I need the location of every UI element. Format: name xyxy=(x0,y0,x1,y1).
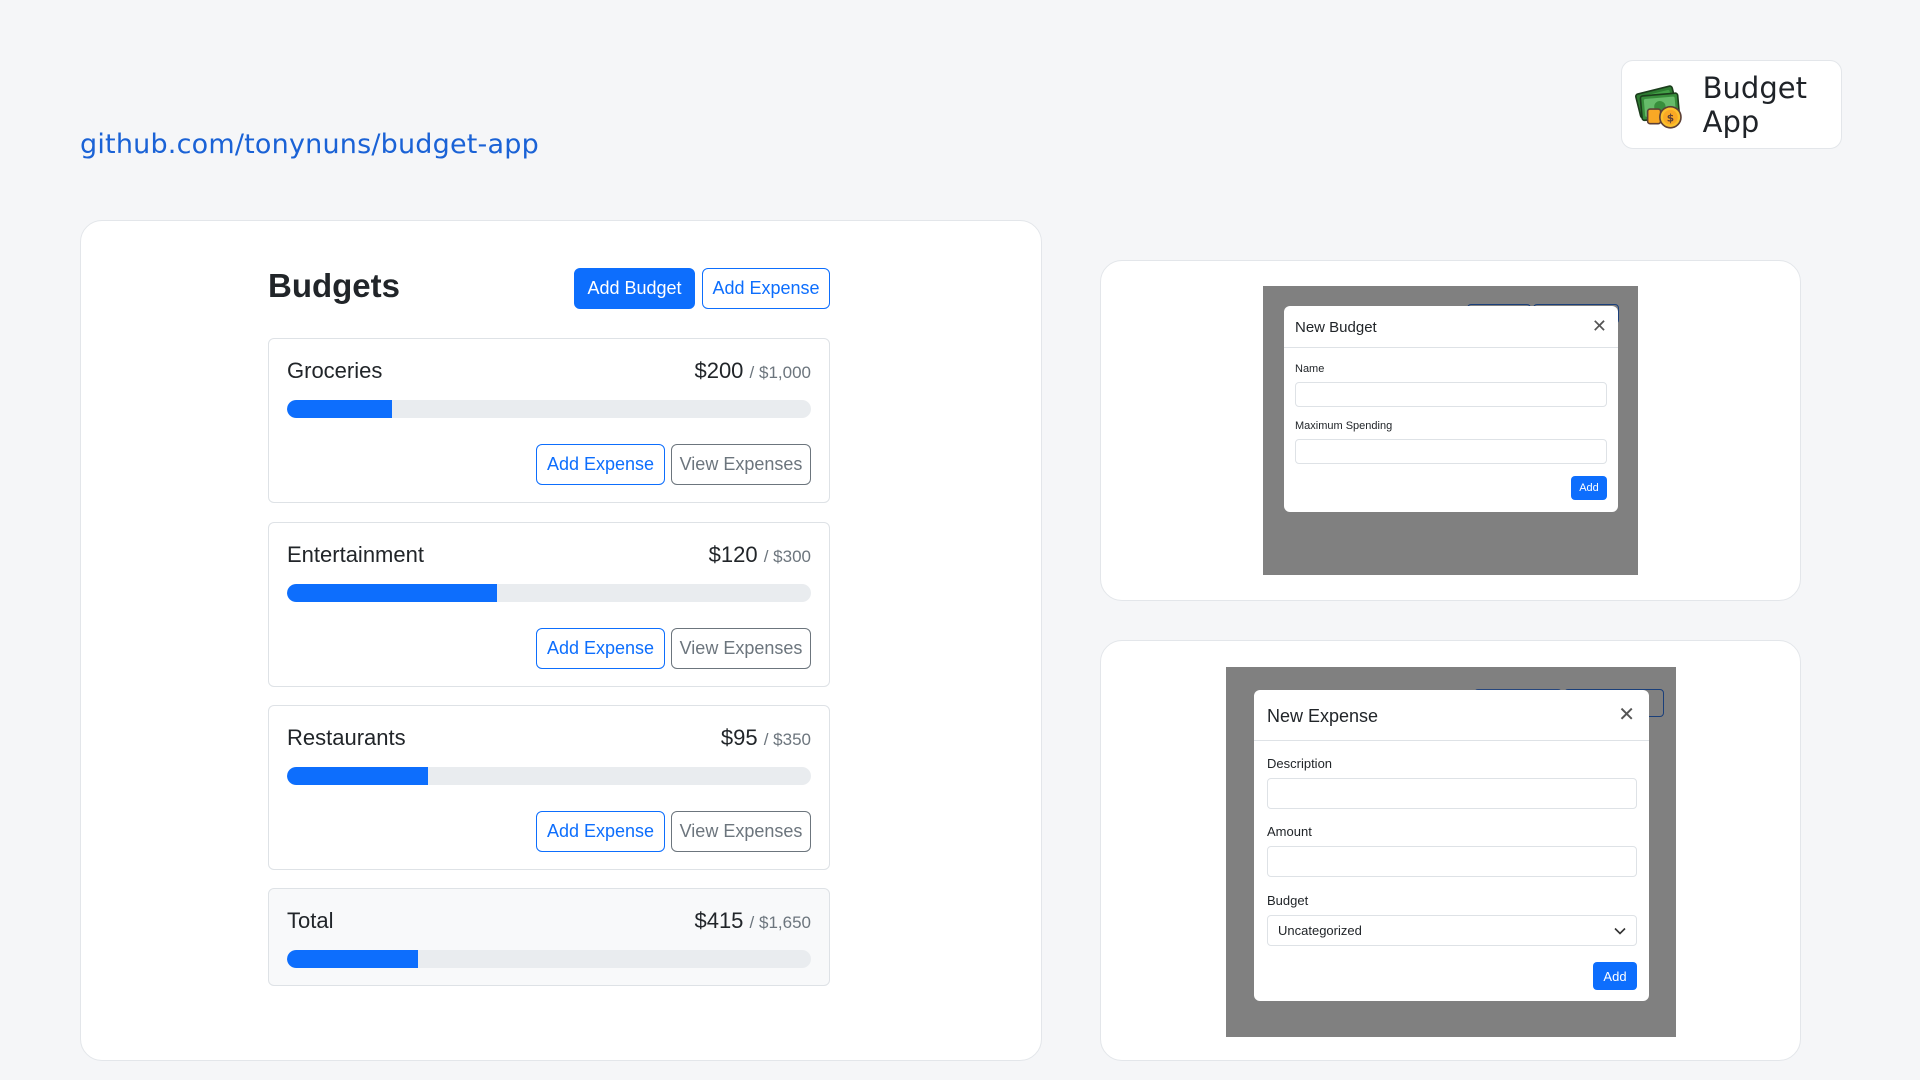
brand-badge: $ Budget App xyxy=(1621,60,1842,149)
money-stack-icon: $ xyxy=(1635,84,1682,129)
max-spending-label: Maximum Spending xyxy=(1295,420,1393,432)
budget-progress-bar xyxy=(287,767,811,785)
total-name: Total xyxy=(287,908,334,933)
budget-amount: $95 / $350 xyxy=(721,725,811,751)
name-input[interactable] xyxy=(1295,382,1607,407)
view-expenses-button[interactable]: View Expenses xyxy=(671,811,811,852)
chevron-down-icon xyxy=(1614,927,1626,935)
total-max: / $1,650 xyxy=(749,913,811,932)
budget-select[interactable]: Uncategorized xyxy=(1267,915,1637,946)
brand-name: Budget App xyxy=(1702,70,1807,139)
budget-progress-fill xyxy=(287,584,497,602)
budget-name: Groceries xyxy=(287,358,383,383)
svg-text:$: $ xyxy=(1667,112,1674,124)
view-expenses-button[interactable]: View Expenses xyxy=(671,444,811,485)
new-expense-modal: New Expense ✕ Description Amount Budget … xyxy=(1254,690,1649,1001)
budget-max: / $1,000 xyxy=(749,363,811,382)
total-spent: $415 xyxy=(694,908,744,933)
budget-spent: $200 xyxy=(694,358,744,383)
budget-add-expense-button[interactable]: Add Expense xyxy=(536,628,665,669)
add-expense-submit-button[interactable]: Add xyxy=(1593,962,1637,990)
name-label: Name xyxy=(1295,363,1325,375)
add-budget-submit-button[interactable]: Add xyxy=(1571,476,1607,500)
total-amount: $415 / $1,650 xyxy=(694,908,811,934)
budget-add-expense-button[interactable]: Add Expense xyxy=(536,811,665,852)
modal-divider xyxy=(1254,740,1649,741)
budget-card-groceries: Groceries $200 / $1,000 Add Expense View… xyxy=(268,338,830,503)
budget-progress-fill xyxy=(287,767,429,785)
close-icon[interactable]: ✕ xyxy=(1618,705,1635,725)
add-budget-button[interactable]: Add Budget xyxy=(574,268,695,309)
budget-progress-bar xyxy=(287,584,811,602)
budget-amount: $120 / $300 xyxy=(709,542,811,568)
close-icon[interactable]: ✕ xyxy=(1592,317,1607,335)
description-input[interactable] xyxy=(1267,778,1637,809)
modal-divider xyxy=(1284,347,1618,348)
view-expenses-button[interactable]: View Expenses xyxy=(671,628,811,669)
budget-name: Entertainment xyxy=(287,542,424,567)
page-title: Budgets xyxy=(268,267,400,304)
budgets-header: Budgets Add Budget Add Expense xyxy=(268,265,830,309)
budget-progress-fill xyxy=(287,400,392,418)
budget-progress-bar xyxy=(287,400,811,418)
total-progress-bar xyxy=(287,950,811,968)
budget-label: Budget xyxy=(1267,893,1309,908)
max-spending-input[interactable] xyxy=(1295,439,1607,464)
new-budget-modal: New Budget ✕ Name Maximum Spending Add xyxy=(1284,306,1618,512)
budget-spent: $95 xyxy=(720,725,758,750)
budget-card-total: Total $415 / $1,650 xyxy=(268,888,830,986)
modal-title: New Budget xyxy=(1295,319,1377,336)
budget-select-value: Uncategorized xyxy=(1278,923,1362,938)
budget-amount: $200 / $1,000 xyxy=(694,358,811,384)
budget-max: / $350 xyxy=(763,730,811,749)
total-progress-fill xyxy=(287,950,418,968)
budget-card-restaurants: Restaurants $95 / $350 Add Expense View … xyxy=(268,705,830,870)
budget-name: Restaurants xyxy=(287,725,406,750)
add-expense-button[interactable]: Add Expense xyxy=(702,268,830,309)
budget-spent: $120 xyxy=(708,542,758,567)
amount-label: Amount xyxy=(1267,824,1312,839)
modal-title: New Expense xyxy=(1267,706,1379,726)
amount-input[interactable] xyxy=(1267,846,1637,877)
budget-max: / $300 xyxy=(763,547,811,566)
budget-add-expense-button[interactable]: Add Expense xyxy=(536,444,665,485)
budget-card-entertainment: Entertainment $120 / $300 Add Expense Vi… xyxy=(268,522,830,687)
description-label: Description xyxy=(1267,756,1333,771)
repo-link[interactable]: github.com/tonynuns/budget-app xyxy=(80,129,539,160)
